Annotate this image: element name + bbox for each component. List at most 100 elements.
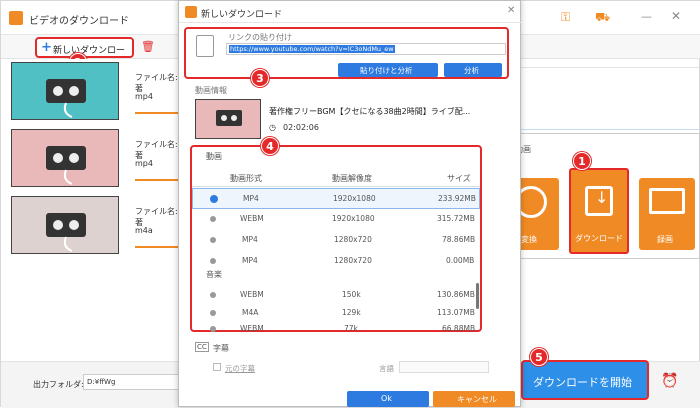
download-card[interactable]: ↓ ダウンロード bbox=[569, 168, 629, 254]
output-folder-path: D:¥ffWg bbox=[87, 378, 116, 386]
start-download-label: ダウンロードを開始 bbox=[533, 376, 632, 389]
format-label: mp4 bbox=[135, 159, 153, 168]
ok-label: Ok bbox=[381, 394, 392, 403]
row-size: 66.88MB bbox=[442, 324, 476, 333]
row-resolution: 1280x720 bbox=[334, 256, 372, 265]
original-subtitle-checkbox[interactable] bbox=[213, 363, 221, 371]
url-value: https://www.youtube.com/watch?v=lC3oNdMu… bbox=[229, 45, 395, 53]
divider bbox=[521, 67, 699, 68]
clipboard-icon bbox=[196, 35, 214, 57]
col-resolution: 動画解像度 bbox=[332, 174, 372, 183]
thumbnail-2 bbox=[11, 129, 119, 187]
video-section-label: 動画 bbox=[206, 152, 222, 161]
output-folder-input[interactable]: D:¥ffWg bbox=[83, 374, 179, 390]
scrollbar[interactable] bbox=[476, 283, 479, 309]
formats-box: 動画 動画形式 動画解像度 サイズ MP4 1920x1080 233.92MB… bbox=[190, 145, 482, 333]
col-format: 動画形式 bbox=[230, 174, 262, 183]
filename-label: ファイル名: 著 bbox=[135, 207, 178, 227]
analyze-button[interactable]: 分析 bbox=[444, 63, 502, 77]
key-icon[interactable]: ⚿ bbox=[561, 10, 570, 25]
row-size: 130.86MB bbox=[437, 290, 475, 299]
table-row[interactable]: WEBM 77k 66.88MB bbox=[192, 319, 480, 340]
clock-icon: ◷ bbox=[269, 123, 276, 132]
new-download-dialog: 新しいダウンロード ✕ リンクの貼り付け https://www.youtube… bbox=[178, 0, 522, 407]
paste-label: リンクの貼り付け bbox=[228, 33, 292, 42]
format-label: mp4 bbox=[135, 92, 153, 101]
thumbnail-1 bbox=[11, 62, 119, 120]
close-icon[interactable]: ✕ bbox=[671, 9, 681, 23]
download-arrow-icon: ↓ bbox=[595, 188, 609, 207]
progress-bar bbox=[135, 112, 179, 114]
table-row[interactable]: MP4 1280x720 0.00MB bbox=[192, 251, 480, 272]
filename-label: ファイル名: 著 bbox=[135, 73, 178, 93]
app-logo-icon bbox=[9, 11, 23, 25]
dialog-title-bar: 新しいダウンロード ✕ bbox=[179, 1, 522, 23]
row-size: 0.00MB bbox=[446, 256, 475, 265]
row-size: 113.07MB bbox=[437, 308, 475, 317]
row-resolution: 1920x1080 bbox=[332, 214, 375, 223]
url-input[interactable]: https://www.youtube.com/watch?v=lC3oNdMu… bbox=[226, 43, 506, 55]
paste-analyze-label: 貼り付けと分析 bbox=[360, 66, 413, 75]
output-folder-label: 出力フォルダ: bbox=[33, 380, 84, 389]
row-size: 78.86MB bbox=[442, 235, 476, 244]
row-bitrate: 150k bbox=[342, 290, 361, 299]
progress-bar bbox=[135, 246, 179, 248]
row-resolution: 1280x720 bbox=[334, 235, 372, 244]
dialog-title: 新しいダウンロード bbox=[201, 10, 283, 20]
row-format: MP4 bbox=[242, 235, 258, 244]
cart-icon[interactable]: ⛟ bbox=[595, 10, 610, 26]
list-item[interactable]: ファイル名: 著 mp4 bbox=[11, 62, 179, 126]
list-item[interactable]: ファイル名: 著 m4a bbox=[11, 196, 179, 260]
cancel-label: キャンセル bbox=[457, 395, 497, 404]
convert-label: 変換 bbox=[521, 235, 537, 244]
paste-link-area: リンクの貼り付け https://www.youtube.com/watch?v… bbox=[184, 27, 509, 79]
ok-button[interactable]: Ok bbox=[347, 391, 429, 407]
video-info-label: 動画情報 bbox=[195, 86, 227, 95]
window-title: ビデオのダウンロード bbox=[29, 16, 129, 27]
language-select[interactable] bbox=[399, 361, 489, 373]
table-header: 動画形式 動画解像度 サイズ bbox=[192, 167, 480, 187]
selected-check-icon bbox=[210, 195, 218, 203]
original-subtitle-label: 元の字幕 bbox=[225, 364, 255, 373]
row-format: MP4 bbox=[243, 194, 259, 203]
download-label: ダウンロード bbox=[575, 234, 623, 243]
alarm-clock-icon[interactable]: ⏰ bbox=[661, 373, 678, 389]
paste-analyze-button[interactable]: 貼り付けと分析 bbox=[338, 63, 438, 77]
download-list: ファイル名: 著 mp4 ファイル名: 著 mp4 ファイル名: 著 m4a bbox=[1, 59, 179, 259]
row-resolution: 1920x1080 bbox=[333, 194, 376, 203]
video-thumbnail bbox=[195, 99, 261, 139]
dialog-logo-icon bbox=[185, 6, 197, 18]
record-label: 録画 bbox=[657, 235, 673, 244]
analyze-label: 分析 bbox=[464, 66, 479, 75]
row-size: 315.72MB bbox=[437, 214, 475, 223]
row-format: M4A bbox=[242, 308, 259, 317]
plus-icon: + bbox=[41, 40, 52, 55]
cc-icon: CC bbox=[195, 342, 209, 352]
row-format: MP4 bbox=[242, 256, 258, 265]
radio-icon bbox=[210, 237, 216, 243]
record-card[interactable]: 録画 bbox=[639, 178, 695, 250]
radio-icon bbox=[210, 326, 216, 332]
table-row[interactable]: WEBM 1920x1080 315.72MB bbox=[192, 209, 480, 230]
row-bitrate: 77k bbox=[344, 324, 358, 333]
table-row[interactable]: MP4 1920x1080 233.92MB bbox=[192, 188, 480, 209]
list-item[interactable]: ファイル名: 著 mp4 bbox=[11, 129, 179, 193]
audio-section-label: 音楽 bbox=[206, 270, 222, 279]
col-size: サイズ bbox=[447, 174, 471, 183]
progress-bar bbox=[135, 179, 179, 181]
radio-icon bbox=[210, 292, 216, 298]
marker-4: 4 bbox=[261, 137, 279, 155]
subtitle-section-label: 字幕 bbox=[213, 344, 229, 353]
dialog-close-icon[interactable]: ✕ bbox=[507, 5, 515, 16]
format-label: m4a bbox=[135, 226, 153, 235]
row-bitrate: 129k bbox=[342, 308, 361, 317]
table-row[interactable]: MP4 1280x720 78.86MB bbox=[192, 230, 480, 251]
row-format: WEBM bbox=[240, 214, 264, 223]
marker-1: 1 bbox=[573, 152, 591, 170]
row-format: WEBM bbox=[240, 324, 264, 333]
delete-icon[interactable]: 🗑 bbox=[141, 40, 155, 53]
cancel-button[interactable]: キャンセル bbox=[433, 391, 515, 407]
minimize-icon[interactable]: — bbox=[641, 10, 652, 23]
radio-icon bbox=[210, 310, 216, 316]
language-label: 言語 bbox=[379, 364, 394, 373]
